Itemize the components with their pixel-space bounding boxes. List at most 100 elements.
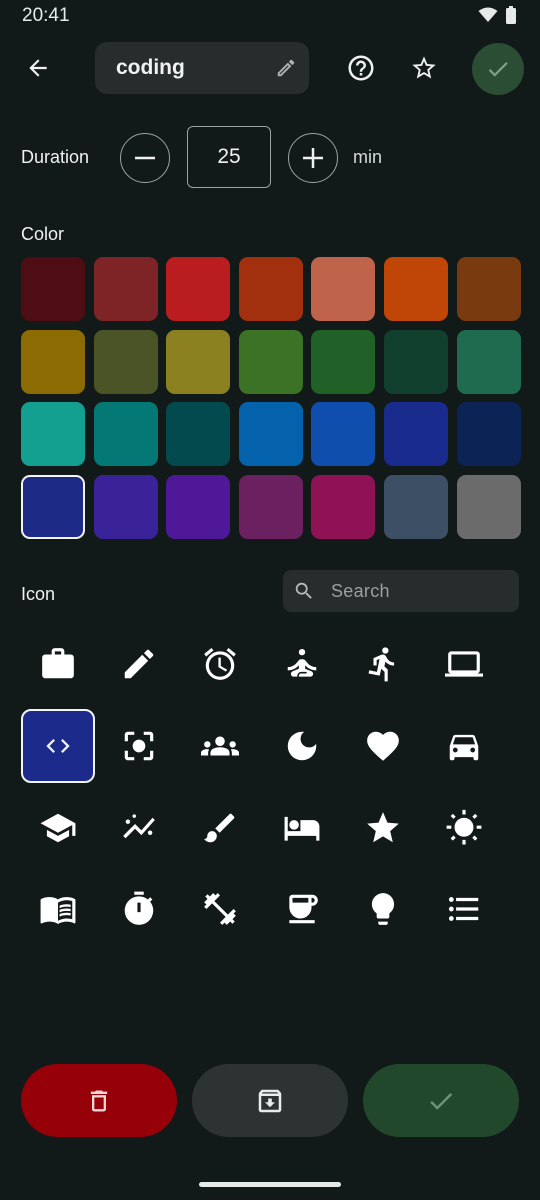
icon-option[interactable]: [427, 791, 501, 865]
icon-search-field[interactable]: Search: [283, 570, 519, 612]
icon-option[interactable]: [427, 709, 501, 783]
color-swatch[interactable]: [238, 402, 303, 466]
archive-button[interactable]: [192, 1064, 348, 1137]
icon-option[interactable]: [102, 791, 176, 865]
color-grid: [21, 257, 521, 539]
icon-option[interactable]: [427, 627, 501, 701]
delete-button[interactable]: [21, 1064, 177, 1137]
color-swatch[interactable]: [93, 474, 158, 539]
color-swatch[interactable]: [238, 329, 303, 394]
plus-icon: [303, 148, 323, 168]
color-swatch[interactable]: [238, 257, 303, 321]
battery-icon: [506, 6, 516, 24]
star-outline-icon: [410, 54, 438, 82]
color-swatch[interactable]: [21, 402, 85, 466]
help-button[interactable]: [341, 48, 381, 88]
icon-option[interactable]: [21, 709, 95, 783]
color-swatch[interactable]: [166, 257, 231, 321]
icon-option[interactable]: [21, 791, 95, 865]
alarm-icon: [201, 645, 239, 683]
running-icon: [364, 645, 402, 683]
heart-icon: [364, 727, 402, 765]
color-swatch[interactable]: [383, 402, 448, 466]
icon-option[interactable]: [21, 872, 95, 946]
back-button[interactable]: [18, 48, 58, 88]
icon-option[interactable]: [21, 627, 95, 701]
title-text: coding: [116, 56, 185, 79]
icon-option[interactable]: [183, 627, 257, 701]
color-swatch[interactable]: [93, 257, 158, 321]
school-icon: [39, 809, 77, 847]
color-swatch[interactable]: [166, 474, 231, 539]
color-swatch[interactable]: [383, 257, 448, 321]
wifi-icon: [478, 7, 498, 23]
color-swatch[interactable]: [311, 402, 376, 466]
icon-option[interactable]: [265, 791, 339, 865]
color-swatch[interactable]: [238, 474, 303, 539]
color-swatch[interactable]: [383, 329, 448, 394]
moon-icon: [283, 727, 321, 765]
color-swatch[interactable]: [21, 329, 85, 394]
color-swatch[interactable]: [383, 474, 448, 539]
color-swatch[interactable]: [21, 474, 85, 539]
color-swatch[interactable]: [166, 402, 231, 466]
icon-option[interactable]: [183, 872, 257, 946]
search-placeholder: Search: [331, 580, 390, 601]
groups-icon: [201, 727, 239, 765]
brush-icon: [201, 809, 239, 847]
icon-option[interactable]: [265, 872, 339, 946]
timer-icon: [120, 890, 158, 928]
bed-icon: [283, 809, 321, 847]
icon-option[interactable]: [183, 791, 257, 865]
icon-option[interactable]: [102, 872, 176, 946]
color-swatch[interactable]: [456, 402, 521, 466]
status-icons: [478, 6, 516, 24]
color-swatch[interactable]: [456, 474, 521, 539]
icon-option[interactable]: [346, 627, 420, 701]
icon-option[interactable]: [102, 627, 176, 701]
color-swatch[interactable]: [456, 257, 521, 321]
color-swatch[interactable]: [311, 329, 376, 394]
lightbulb-icon: [364, 890, 402, 928]
car-icon: [445, 727, 483, 765]
increase-duration-button[interactable]: [288, 133, 338, 183]
color-label: Color: [21, 224, 65, 244]
icon-option[interactable]: [427, 872, 501, 946]
search-icon: [293, 580, 315, 602]
decrease-duration-button[interactable]: [120, 133, 170, 183]
icon-option[interactable]: [265, 627, 339, 701]
icon-option[interactable]: [183, 709, 257, 783]
archive-icon: [255, 1086, 285, 1116]
favorite-button[interactable]: [404, 48, 444, 88]
confirm-button[interactable]: [363, 1064, 519, 1137]
delete-icon: [85, 1087, 113, 1115]
trending-icon: [120, 809, 158, 847]
duration-input[interactable]: [187, 126, 271, 188]
arrow-back-icon: [25, 55, 51, 81]
icon-option[interactable]: [346, 791, 420, 865]
book-icon: [39, 890, 77, 928]
save-top-button[interactable]: [472, 43, 524, 95]
color-swatch[interactable]: [311, 257, 376, 321]
icon-option[interactable]: [346, 709, 420, 783]
color-swatch[interactable]: [311, 474, 376, 539]
coffee-icon: [283, 890, 321, 928]
star-icon: [364, 809, 402, 847]
color-swatch[interactable]: [93, 329, 158, 394]
title-field[interactable]: coding: [95, 42, 309, 94]
edit-icon[interactable]: [275, 57, 297, 79]
icon-option[interactable]: [346, 872, 420, 946]
status-time: 20:41: [22, 5, 70, 26]
home-indicator: [199, 1182, 341, 1187]
fitness-icon: [201, 890, 239, 928]
check-icon: [485, 56, 511, 82]
color-swatch[interactable]: [21, 257, 85, 321]
icon-option[interactable]: [102, 709, 176, 783]
duration-unit: min: [353, 147, 383, 167]
color-swatch[interactable]: [456, 329, 521, 394]
color-swatch[interactable]: [93, 402, 158, 466]
code-icon: [44, 732, 72, 760]
icon-option[interactable]: [265, 709, 339, 783]
color-swatch[interactable]: [166, 329, 231, 394]
briefcase-icon: [39, 645, 77, 683]
